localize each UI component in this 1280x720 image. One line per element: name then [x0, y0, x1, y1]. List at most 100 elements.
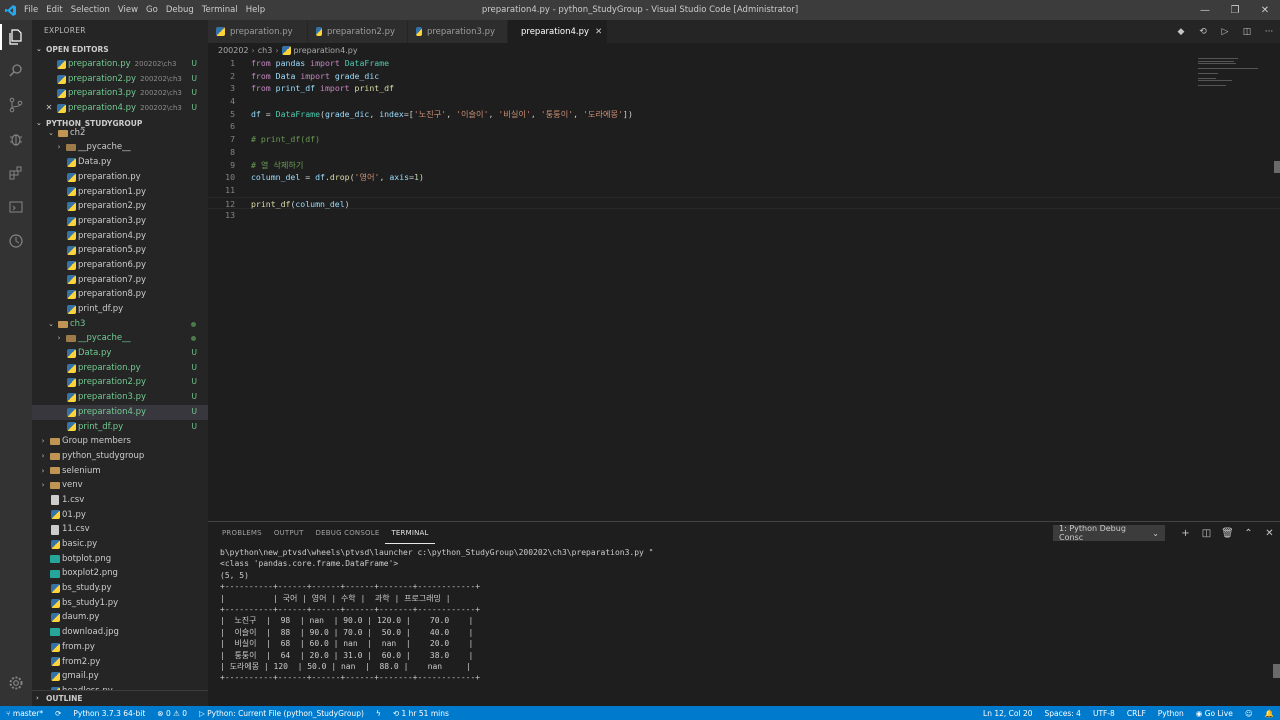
cursor-position[interactable]: Ln 12, Col 20: [977, 709, 1038, 718]
tree-item[interactable]: bs_study1.py: [32, 596, 208, 611]
chevron-right-icon[interactable]: ›: [38, 434, 48, 449]
tree-item[interactable]: ⌄ ch3: [32, 317, 208, 332]
tab-preparation3[interactable]: preparation3.py: [408, 20, 508, 43]
terminal-scrollbar[interactable]: [1273, 664, 1280, 678]
tree-item[interactable]: print_df.py U: [32, 420, 208, 435]
editor-scrollbar[interactable]: [1274, 161, 1280, 173]
breadcrumb-item[interactable]: ch3: [258, 46, 273, 55]
code-editor[interactable]: 1 from pandas import DataFrame 2 from Data …: [208, 57, 1280, 519]
menu-item-edit[interactable]: Edit: [42, 5, 66, 15]
tree-item[interactable]: Data.py U: [32, 346, 208, 361]
close-icon[interactable]: ✕: [595, 27, 602, 37]
timeline-icon[interactable]: [0, 224, 32, 258]
terminal-output[interactable]: b\python\new_ptvsd\wheels\ptvsd\launcher…: [220, 547, 653, 684]
tree-item[interactable]: preparation2.py U: [32, 375, 208, 390]
chevron-right-icon[interactable]: ›: [38, 464, 48, 479]
encoding[interactable]: UTF-8: [1087, 709, 1121, 718]
diff-icon[interactable]: ◆: [1170, 27, 1192, 37]
tree-item[interactable]: preparation7.py: [32, 273, 208, 288]
tree-item[interactable]: preparation4.py: [32, 229, 208, 244]
tree-item[interactable]: › selenium: [32, 464, 208, 479]
tree-item[interactable]: from2.py: [32, 655, 208, 670]
tab-preparation2[interactable]: preparation2.py: [308, 20, 408, 43]
tree-item[interactable]: preparation2.py: [32, 199, 208, 214]
tree-item[interactable]: preparation5.py: [32, 243, 208, 258]
chevron-down-icon[interactable]: ⌄: [46, 126, 56, 141]
tree-item[interactable]: 11.csv: [32, 522, 208, 537]
tab-preparation4[interactable]: preparation4.py ✕: [508, 20, 608, 43]
source-control-icon[interactable]: [0, 88, 32, 122]
tree-item[interactable]: daum.py: [32, 610, 208, 625]
minimize-icon[interactable]: —: [1190, 0, 1220, 20]
chevron-right-icon[interactable]: ›: [54, 140, 64, 155]
tree-item[interactable]: gmail.py: [32, 669, 208, 684]
open-changes-icon[interactable]: ⟲: [1192, 27, 1214, 37]
tree-item[interactable]: ⌄ ch2: [32, 126, 208, 141]
tree-item[interactable]: boxplot2.png: [32, 566, 208, 581]
open-editor-item[interactable]: ✕ preparation4.py 200202\ch3 U: [32, 101, 208, 116]
panel-tab-debug-console[interactable]: DEBUG CONSOLE: [310, 522, 386, 544]
remote-explorer-icon[interactable]: [0, 190, 32, 224]
tree-item[interactable]: preparation8.py: [32, 287, 208, 302]
menu-item-selection[interactable]: Selection: [67, 5, 114, 15]
time-tracker[interactable]: ⟲ 1 hr 51 mins: [387, 709, 455, 718]
chevron-right-icon[interactable]: ›: [38, 478, 48, 493]
go-live-button[interactable]: ◉ Go Live: [1190, 709, 1239, 718]
maximize-icon[interactable]: ❐: [1220, 0, 1250, 20]
outline-header[interactable]: › OUTLINE: [32, 690, 208, 706]
tree-item[interactable]: › venv: [32, 478, 208, 493]
close-panel-icon[interactable]: ✕: [1259, 528, 1280, 539]
panel-tab-problems[interactable]: PROBLEMS: [216, 522, 268, 544]
tree-item[interactable]: › Group members: [32, 434, 208, 449]
chevron-right-icon[interactable]: ›: [54, 331, 64, 346]
trash-icon[interactable]: 🗑: [1217, 528, 1238, 539]
maximize-panel-icon[interactable]: ⌃: [1238, 528, 1259, 539]
tree-item[interactable]: bs_study.py: [32, 581, 208, 596]
menu-item-view[interactable]: View: [114, 5, 142, 15]
problems-status[interactable]: ⊗ 0 ⚠ 0: [151, 709, 193, 718]
notifications-icon[interactable]: 🔔: [1259, 709, 1280, 718]
split-terminal-icon[interactable]: ◫: [1196, 528, 1217, 539]
open-editor-item[interactable]: preparation3.py 200202\ch3 U: [32, 86, 208, 101]
tree-item[interactable]: print_df.py: [32, 302, 208, 317]
open-editor-item[interactable]: preparation.py 200202\ch3 U: [32, 57, 208, 72]
menu-item-help[interactable]: Help: [242, 5, 269, 15]
search-icon[interactable]: [0, 54, 32, 88]
tree-item[interactable]: botplot.png: [32, 552, 208, 567]
tree-item[interactable]: basic.py: [32, 537, 208, 552]
tree-item[interactable]: preparation3.py U: [32, 390, 208, 405]
python-interpreter[interactable]: Python 3.7.3 64-bit: [67, 709, 151, 718]
more-actions-icon[interactable]: ···: [1258, 27, 1280, 37]
minimap[interactable]: [1198, 57, 1258, 137]
tree-item[interactable]: preparation6.py: [32, 258, 208, 273]
extensions-icon[interactable]: [0, 156, 32, 190]
terminal-select[interactable]: 1: Python Debug Consc ⌄: [1053, 524, 1165, 542]
tree-item[interactable]: download.jpg: [32, 625, 208, 640]
tree-item[interactable]: › python_studygroup: [32, 449, 208, 464]
tree-item[interactable]: preparation.py U: [32, 361, 208, 376]
menu-item-terminal[interactable]: Terminal: [198, 5, 242, 15]
sync-icon[interactable]: ⟳: [49, 709, 67, 718]
gear-icon[interactable]: [0, 666, 32, 700]
indentation[interactable]: Spaces: 4: [1039, 709, 1087, 718]
tree-item[interactable]: 1.csv: [32, 493, 208, 508]
explorer-icon[interactable]: [0, 20, 32, 54]
tree-item[interactable]: 01.py: [32, 508, 208, 523]
tree-item[interactable]: preparation.py: [32, 170, 208, 185]
debug-config[interactable]: ▷ Python: Current File (python_StudyGrou…: [193, 709, 370, 718]
tree-item[interactable]: preparation1.py: [32, 185, 208, 200]
menu-item-debug[interactable]: Debug: [162, 5, 198, 15]
tree-item[interactable]: from.py: [32, 640, 208, 655]
end-of-line[interactable]: CRLF: [1121, 709, 1152, 718]
chevron-down-icon[interactable]: ⌄: [46, 317, 56, 332]
tree-item[interactable]: preparation4.py U: [32, 404, 208, 420]
new-terminal-icon[interactable]: +: [1175, 528, 1196, 539]
split-editor-icon[interactable]: ◫: [1236, 27, 1258, 37]
branch-status[interactable]: ⑂ master*: [0, 709, 49, 718]
tree-item[interactable]: preparation3.py: [32, 214, 208, 229]
close-icon[interactable]: ✕: [1250, 0, 1280, 20]
breadcrumb-item[interactable]: preparation4.py: [294, 46, 358, 55]
tree-item[interactable]: Data.py: [32, 155, 208, 170]
tab-preparation[interactable]: preparation.py: [208, 20, 308, 43]
panel-tab-terminal[interactable]: TERMINAL: [385, 522, 435, 544]
